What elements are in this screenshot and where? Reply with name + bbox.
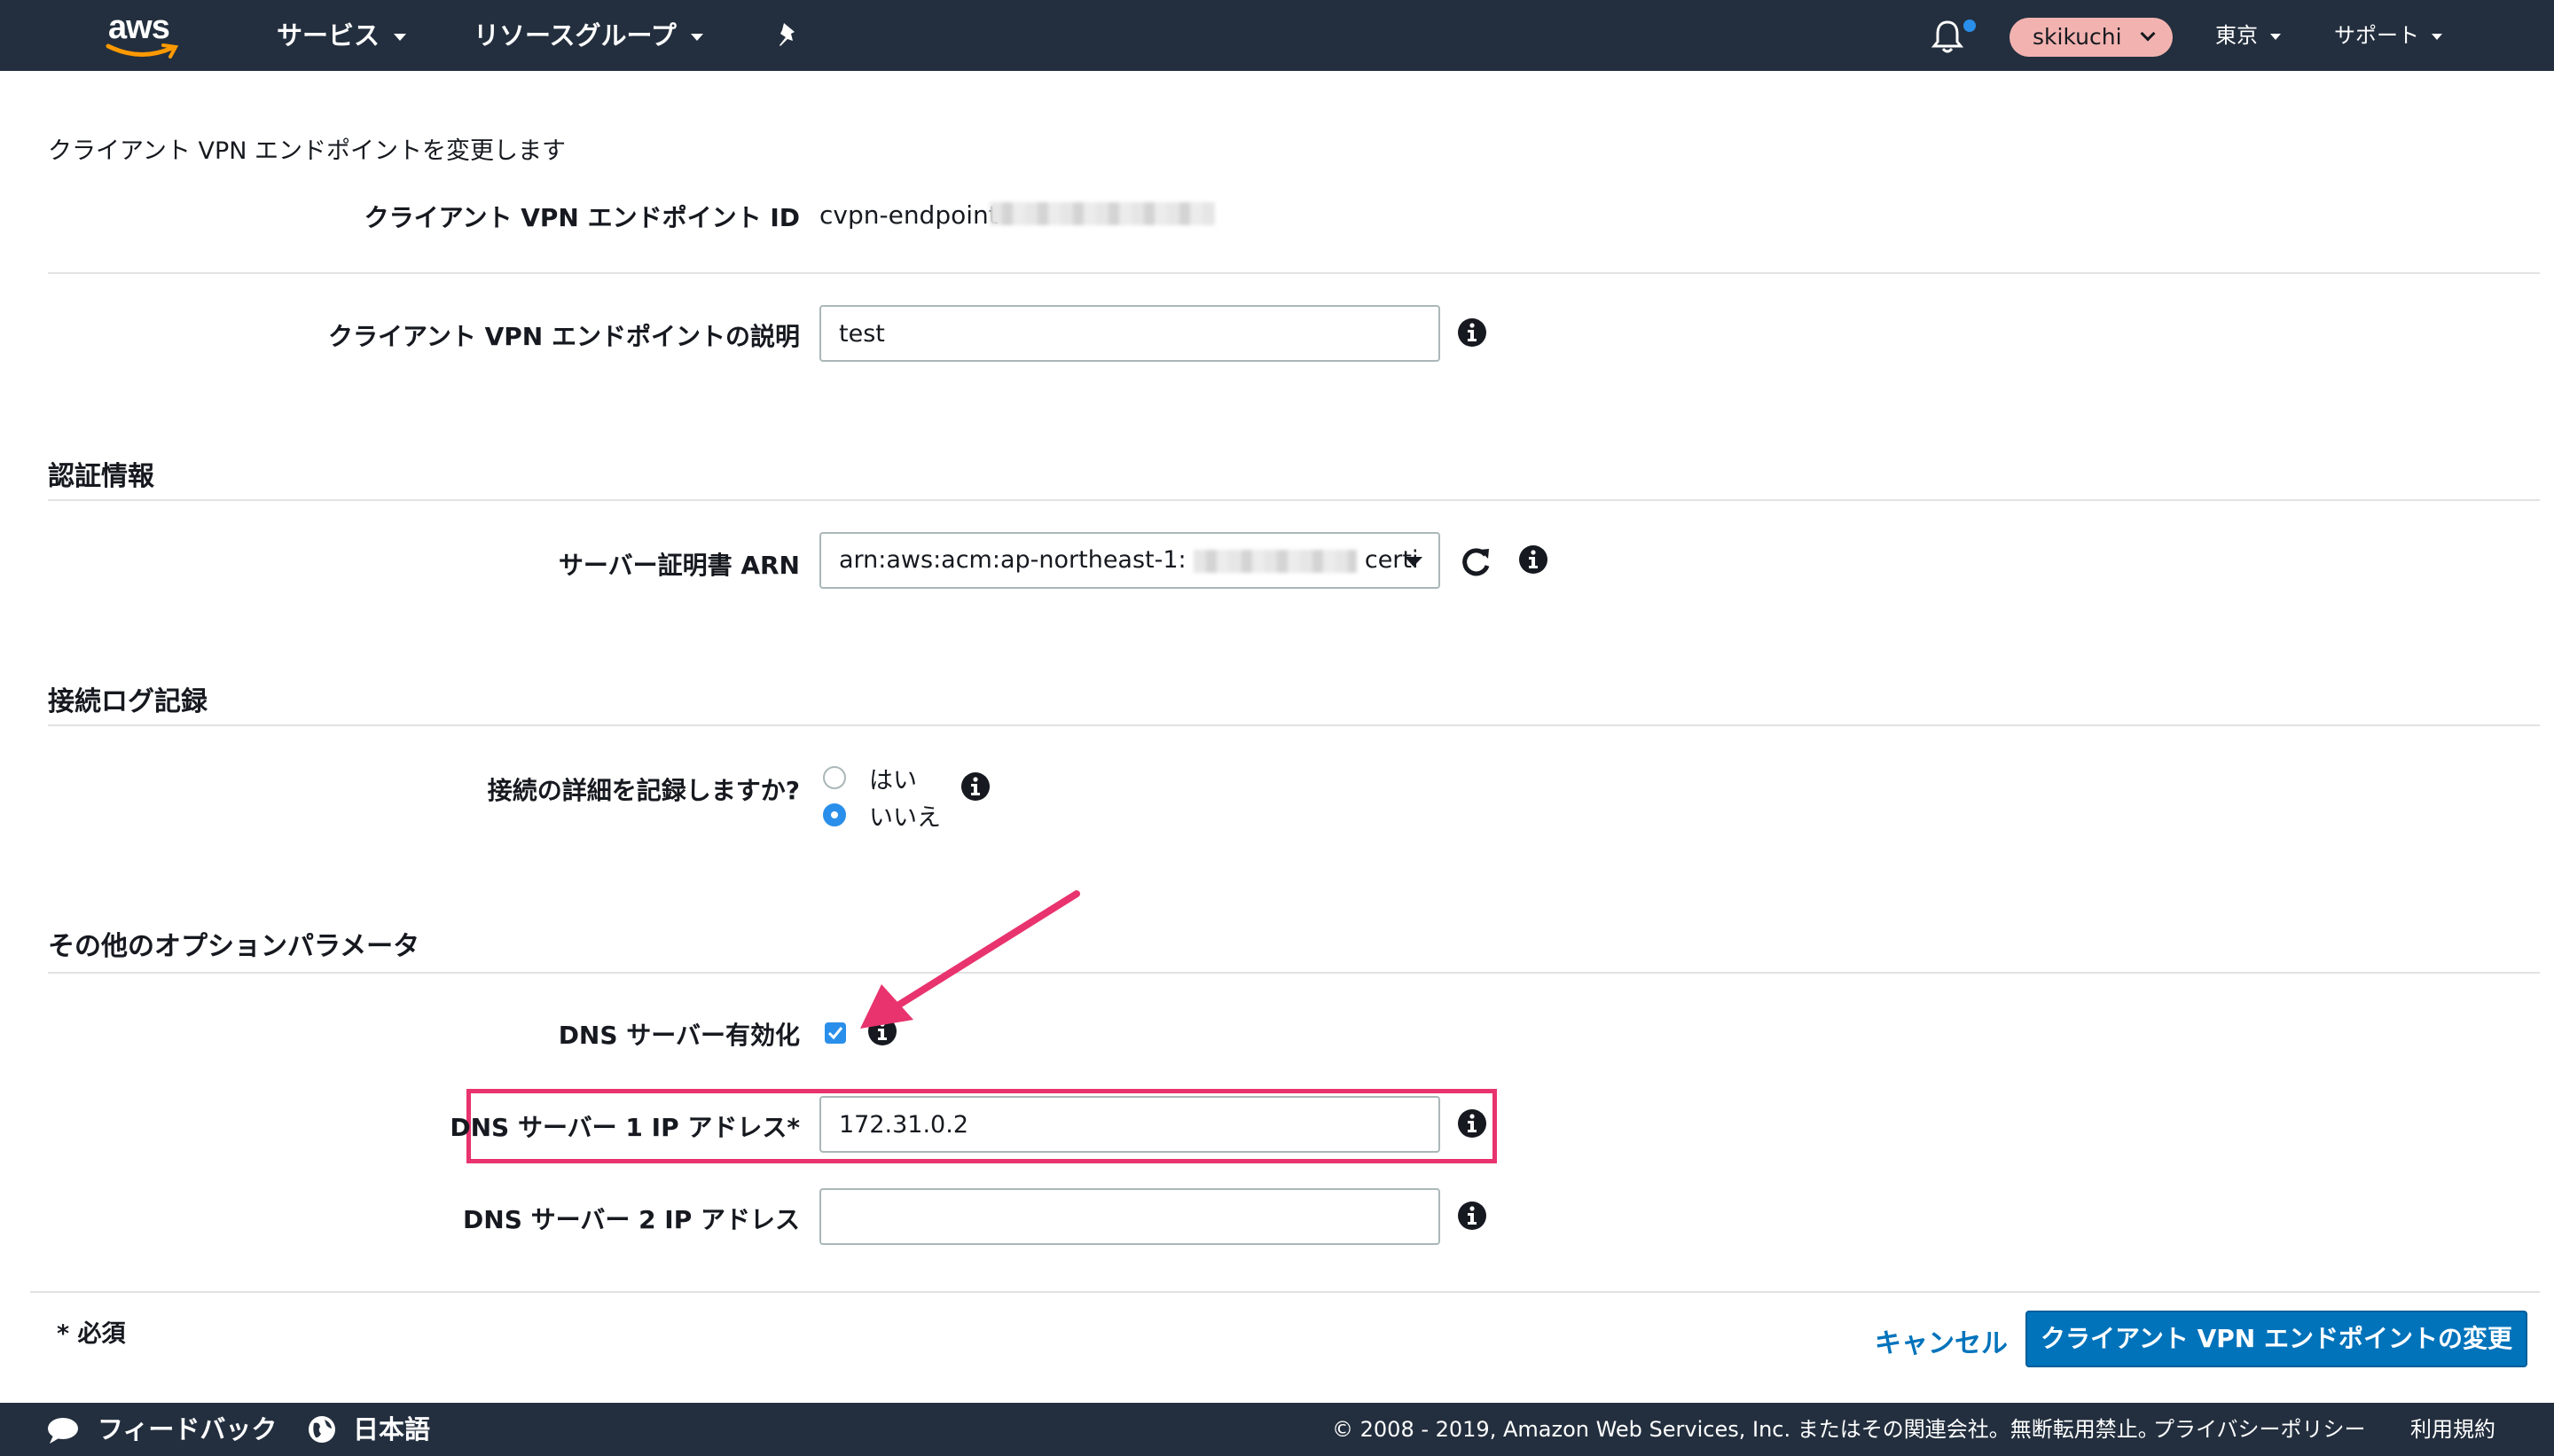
required-note: * 必須 xyxy=(57,1320,126,1348)
chevron-down-icon xyxy=(2140,26,2156,42)
dns1-input[interactable] xyxy=(819,1096,1440,1153)
resource-groups-label: リソースグループ xyxy=(474,20,677,51)
log-no-label[interactable]: いいえ xyxy=(869,798,941,833)
redacted-id xyxy=(990,202,1215,225)
cert-select[interactable]: arn:aws:acm:ap-northeast-1: certi xyxy=(819,532,1440,589)
info-icon[interactable] xyxy=(1457,317,1487,348)
log-yes-label[interactable]: はい xyxy=(869,761,917,795)
dns-enable-label: DNS サーバー有効化 xyxy=(558,1021,800,1050)
info-icon[interactable] xyxy=(1518,544,1548,575)
aws-logo[interactable]: aws xyxy=(105,9,184,62)
refresh-icon[interactable] xyxy=(1458,544,1493,580)
chevron-down-icon xyxy=(2432,33,2442,40)
aws-smile-icon xyxy=(106,43,179,59)
chevron-down-icon xyxy=(394,34,407,41)
region-menu[interactable]: 東京 xyxy=(2215,0,2281,71)
divider xyxy=(48,272,2540,274)
support-menu[interactable]: サポート xyxy=(2334,0,2442,71)
terms-link[interactable]: 利用規約 xyxy=(2410,1403,2495,1456)
endpoint-id-label: クライアント VPN エンドポイント ID xyxy=(364,203,800,232)
description-input[interactable] xyxy=(819,305,1440,362)
notification-dot xyxy=(1963,20,1976,32)
dropdown-caret-icon xyxy=(1405,557,1422,567)
divider xyxy=(48,724,2540,726)
feedback-link[interactable]: フィードバック xyxy=(98,1403,277,1456)
options-section-title: その他のオプションパラメータ xyxy=(48,931,420,962)
resource-groups-menu[interactable]: リソースグループ xyxy=(474,0,703,71)
dns2-label: DNS サーバー 2 IP アドレス xyxy=(463,1205,800,1234)
pin-icon[interactable] xyxy=(775,21,800,50)
redacted-account xyxy=(1194,549,1358,573)
user-menu[interactable]: skikuchi xyxy=(2010,18,2173,57)
dns2-input[interactable] xyxy=(819,1188,1440,1245)
log-no-radio[interactable] xyxy=(823,803,846,826)
chevron-down-icon xyxy=(690,34,703,41)
aws-logo-text: aws xyxy=(108,9,170,46)
modify-endpoint-button[interactable]: クライアント VPN エンドポイントの変更 xyxy=(2025,1311,2527,1367)
endpoint-id-value: cvpn-endpoint- xyxy=(819,200,1007,230)
copyright-text: © 2008 - 2019, Amazon Web Services, Inc.… xyxy=(1332,1417,2159,1442)
info-icon[interactable] xyxy=(960,771,991,802)
description-label: クライアント VPN エンドポイントの説明 xyxy=(327,322,800,351)
check-icon xyxy=(827,1027,843,1040)
chevron-down-icon xyxy=(2270,33,2281,40)
support-label: サポート xyxy=(2334,23,2419,48)
auth-section-title: 認証情報 xyxy=(48,461,154,492)
page-title: クライアント VPN エンドポイントを変更します xyxy=(48,137,567,165)
cert-label: サーバー証明書 ARN xyxy=(558,551,800,580)
language-selector[interactable]: 日本語 xyxy=(353,1403,430,1456)
services-menu[interactable]: サービス xyxy=(277,0,407,71)
log-yes-radio[interactable] xyxy=(823,766,846,789)
top-navigation: aws サービス リソースグループ skikuchi 東京 サポート xyxy=(0,0,2554,71)
region-label: 東京 xyxy=(2215,23,2258,48)
globe-icon[interactable] xyxy=(307,1414,337,1444)
info-icon[interactable] xyxy=(1457,1108,1487,1139)
dns1-label: DNS サーバー 1 IP アドレス* xyxy=(450,1113,800,1142)
cancel-button[interactable]: キャンセル xyxy=(1875,1321,2008,1360)
dns-enable-checkbox[interactable] xyxy=(825,1022,846,1044)
annotation-arrow-icon xyxy=(860,890,1080,1029)
bell-icon[interactable] xyxy=(1930,18,1965,57)
info-icon[interactable] xyxy=(1457,1201,1487,1231)
cert-value-prefix: arn:aws:acm:ap-northeast-1: xyxy=(839,546,1187,574)
divider xyxy=(48,499,2540,501)
log-question-label: 接続の詳細を記録しますか? xyxy=(487,776,800,805)
feedback-icon[interactable] xyxy=(46,1416,80,1444)
user-name: skikuchi xyxy=(2033,24,2122,50)
divider xyxy=(30,1291,2540,1293)
services-menu-label: サービス xyxy=(277,20,380,51)
privacy-link[interactable]: プライバシーポリシー xyxy=(2153,1403,2366,1456)
log-section-title: 接続ログ記録 xyxy=(48,686,208,717)
divider xyxy=(48,972,2540,974)
